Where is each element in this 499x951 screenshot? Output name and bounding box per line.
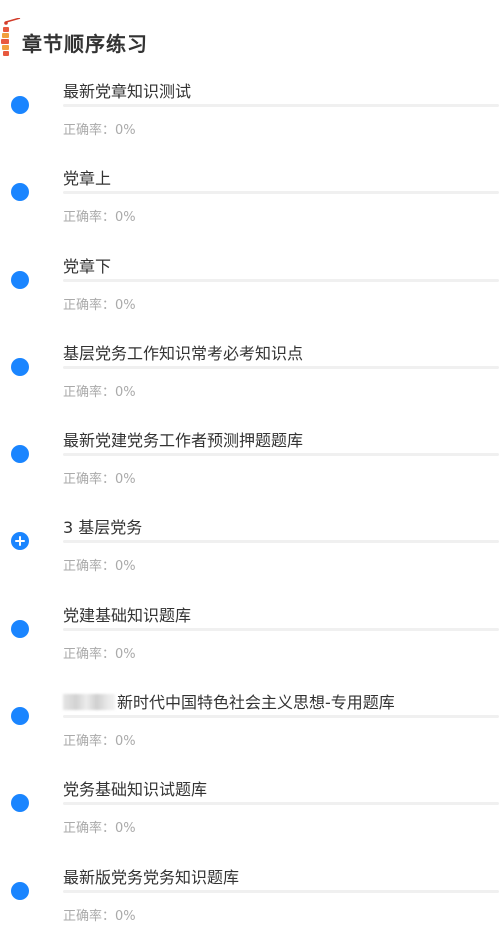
chapter-title: 最新党建党务工作者预测押题题库: [63, 431, 304, 451]
dot-icon: [11, 619, 29, 638]
progress-bar: [63, 191, 499, 195]
dot-icon: [11, 707, 29, 726]
dot-icon: [11, 794, 29, 813]
accuracy-label: 正确率：0%: [63, 297, 136, 313]
progress-bar: [63, 278, 499, 282]
chapter-title: 最新党章知识测试: [63, 82, 192, 101]
chapter-title: 党章上: [63, 169, 112, 189]
chapter-title: 基层党务工作知识常考必考知识点: [63, 343, 304, 363]
chapter-item[interactable]: 最新党章知识测试 正确率：0%: [0, 70, 499, 157]
chapter-title: 最新版党务党务知识题库: [63, 867, 240, 887]
dot-icon: [11, 357, 29, 376]
accuracy-label: 正确率：0%: [63, 821, 136, 837]
accuracy-label: 正确率：0%: [63, 472, 136, 488]
progress-bar: [63, 802, 499, 806]
progress-bar: [63, 453, 499, 457]
dot-icon: [11, 445, 29, 464]
chapter-title: 党建基础知识题库: [63, 605, 192, 625]
progress-bar: [63, 627, 499, 631]
chapter-item[interactable]: 基层党务工作知识常考必考知识点 正确率：0%: [0, 332, 499, 419]
section-header: 章节顺序练习: [0, 17, 499, 62]
progress-bar: [63, 104, 499, 107]
chapter-item[interactable]: 党章上 正确率：0%: [0, 157, 499, 244]
chapter-item[interactable]: 党章下 正确率：0%: [0, 245, 499, 332]
dot-icon: [11, 881, 29, 900]
accuracy-label: 正确率：0%: [63, 123, 136, 138]
accuracy-label: 正确率：0%: [63, 559, 136, 575]
dot-icon: [11, 270, 29, 289]
page-title: 章节顺序练习: [22, 32, 148, 56]
chapter-item[interactable]: 党建基础知识题库 正确率：0%: [0, 594, 499, 681]
chapter-title: 党务基础知识试题库: [63, 780, 208, 800]
chapter-item[interactable]: 3 基层党务 正确率：0%: [0, 506, 499, 593]
dot-icon: [11, 96, 29, 114]
firecracker-icon: [0, 17, 22, 58]
accuracy-label: 正确率：0%: [63, 210, 136, 226]
blurred-text: [63, 694, 115, 711]
accuracy-label: 正确率：0%: [63, 646, 136, 662]
accuracy-label: 正确率：0%: [63, 734, 136, 750]
chapter-title: 新时代中国特色社会主义思想-专用题库: [117, 693, 395, 713]
progress-bar: [63, 889, 499, 893]
chapter-title: 3 基层党务: [63, 518, 143, 538]
accuracy-label: 正确率：0%: [63, 908, 136, 924]
dot-icon: [11, 183, 29, 202]
chapter-item[interactable]: 最新党建党务工作者预测押题题库 正确率：0%: [0, 419, 499, 506]
chapter-item[interactable]: 党务基础知识试题库 正确率：0%: [0, 768, 499, 855]
accuracy-label: 正确率：0%: [63, 384, 136, 400]
chapter-title-row: 新时代中国特色社会主义思想-专用题库: [63, 689, 395, 713]
progress-bar: [63, 540, 499, 544]
plus-icon[interactable]: [11, 532, 29, 551]
progress-bar: [63, 365, 499, 369]
chapter-title: 党章下: [63, 256, 112, 276]
chapter-item[interactable]: 新时代中国特色社会主义思想-专用题库 正确率：0%: [0, 681, 499, 768]
progress-bar: [63, 715, 499, 719]
chapter-list: 最新党章知识测试 正确率：0% 党章上 正确率：0% 党章下 正确率：0% 基层…: [0, 70, 499, 943]
chapter-item[interactable]: 最新版党务党务知识题库 正确率：0%: [0, 856, 499, 943]
